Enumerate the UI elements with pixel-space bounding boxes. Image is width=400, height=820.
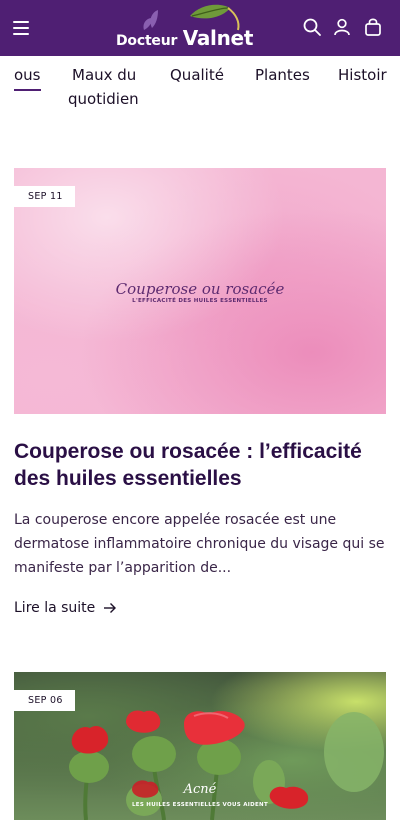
site-header: Docteur Valnet — [0, 0, 400, 56]
article-image[interactable]: SEP 11 Couperose ou rosacée L'EFFICACITÉ… — [14, 168, 386, 414]
nav-item-qualite[interactable]: Qualité — [170, 63, 224, 87]
category-nav: ous Maux du quotidien Qualité Plantes Hi… — [0, 56, 400, 114]
brand-logo[interactable]: Docteur Valnet — [112, 2, 268, 54]
logo-text: Docteur Valnet — [116, 26, 254, 50]
article-image[interactable]: SEP 06 Acné LES HUILES ESSENTIELLES VOUS… — [14, 672, 386, 820]
image-subtitle: LES HUILES ESSENTIELLES VOUS AIDENT — [131, 802, 269, 808]
read-more-link[interactable]: Lire la suite — [14, 600, 117, 616]
cart-icon[interactable] — [362, 16, 384, 38]
menu-icon[interactable] — [12, 18, 32, 38]
date-badge: SEP 11 — [14, 186, 75, 207]
article-title[interactable]: Couperose ou rosacée : l’efficacité des … — [14, 438, 386, 492]
nav-item-plantes[interactable]: Plantes — [255, 63, 310, 87]
account-icon[interactable] — [331, 16, 353, 38]
article-excerpt: La couperose encore appelée rosacée est … — [14, 512, 385, 576]
arrow-right-icon — [104, 603, 117, 613]
image-title: Couperose ou rosacée — [115, 280, 285, 298]
date-badge: SEP 06 — [14, 690, 75, 711]
nav-item-histoire[interactable]: Histoir — [338, 63, 387, 87]
image-subtitle: L'EFFICACITÉ DES HUILES ESSENTIELLES — [132, 298, 268, 304]
nav-item-tous[interactable]: ous — [14, 63, 41, 91]
read-more-label: Lire la suite — [14, 600, 96, 616]
image-title: Acné — [183, 782, 217, 797]
nav-item-maux-du-quotidien[interactable]: Maux du quotidien — [68, 63, 139, 111]
search-icon[interactable] — [301, 16, 323, 38]
